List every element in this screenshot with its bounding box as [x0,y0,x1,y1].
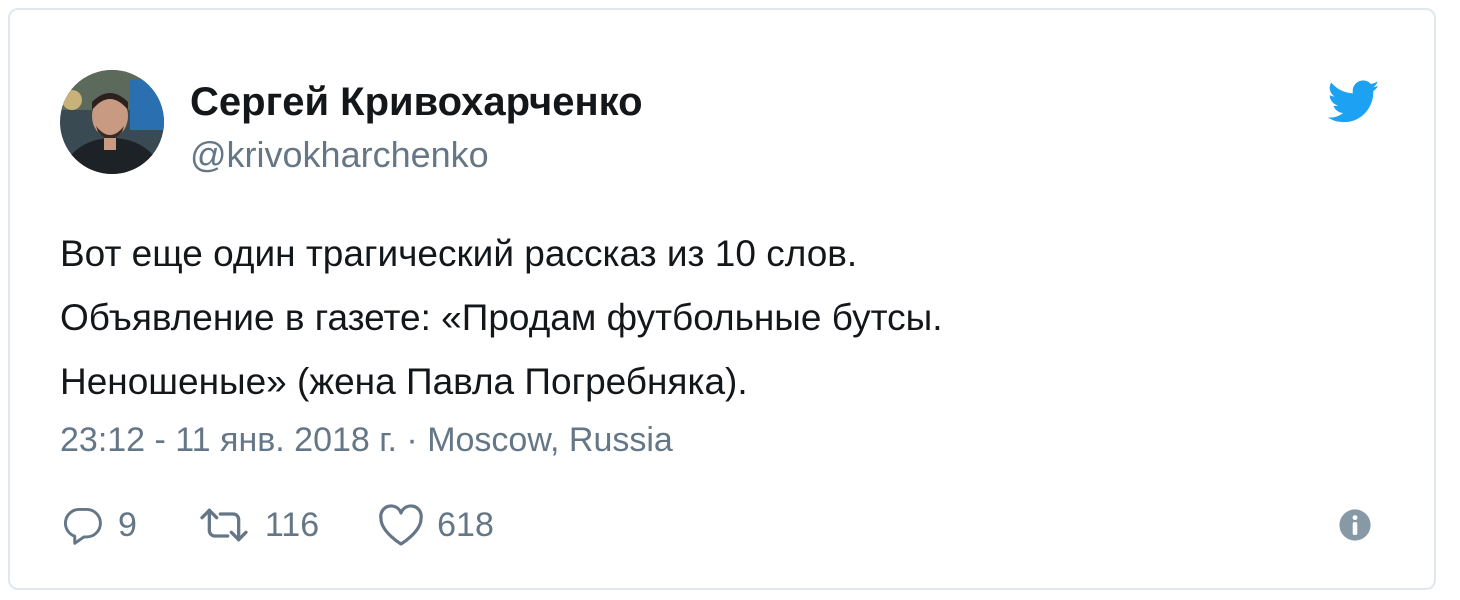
like-count: 618 [437,505,494,544]
reply-button[interactable]: 9 [60,503,137,547]
tweet-text: Вот еще один трагический рассказ из 10 с… [60,222,1400,414]
retweet-button[interactable]: 116 [195,503,319,547]
retweet-count: 116 [264,505,320,544]
meta-separator: · [406,421,418,459]
avatar[interactable] [60,70,164,174]
tweet-text-line: Вот еще один трагический рассказ из 10 с… [60,233,858,274]
author-handle[interactable]: @krivokharchenko [190,134,489,176]
info-icon[interactable] [1338,508,1372,542]
reply-count: 9 [118,505,137,544]
retweet-icon [200,508,248,542]
reply-icon [63,507,102,545]
tweet-text-line: Неношеные» (жена Павла Погребняка). [60,361,748,402]
tweet-meta: 23:12 - 11 янв. 2018 г. · Moscow, Russia [60,421,673,460]
heart-icon [379,504,423,546]
avatar-image [60,70,164,174]
author-name[interactable]: Сергей Кривохарченко [190,80,643,125]
tweet-card: Сергей Кривохарченко @krivokharchenko Во… [8,8,1436,590]
location-link[interactable]: Moscow, Russia [427,421,673,459]
tweet-actions: 9 116 618 [60,500,494,550]
tweet-text-line: Объявление в газете: «Продам футбольные … [60,297,943,338]
timestamp-link[interactable]: 23:12 - 11 янв. 2018 г. [60,421,397,459]
twitter-bird-icon[interactable] [1328,80,1380,124]
like-button[interactable]: 618 [377,503,494,547]
